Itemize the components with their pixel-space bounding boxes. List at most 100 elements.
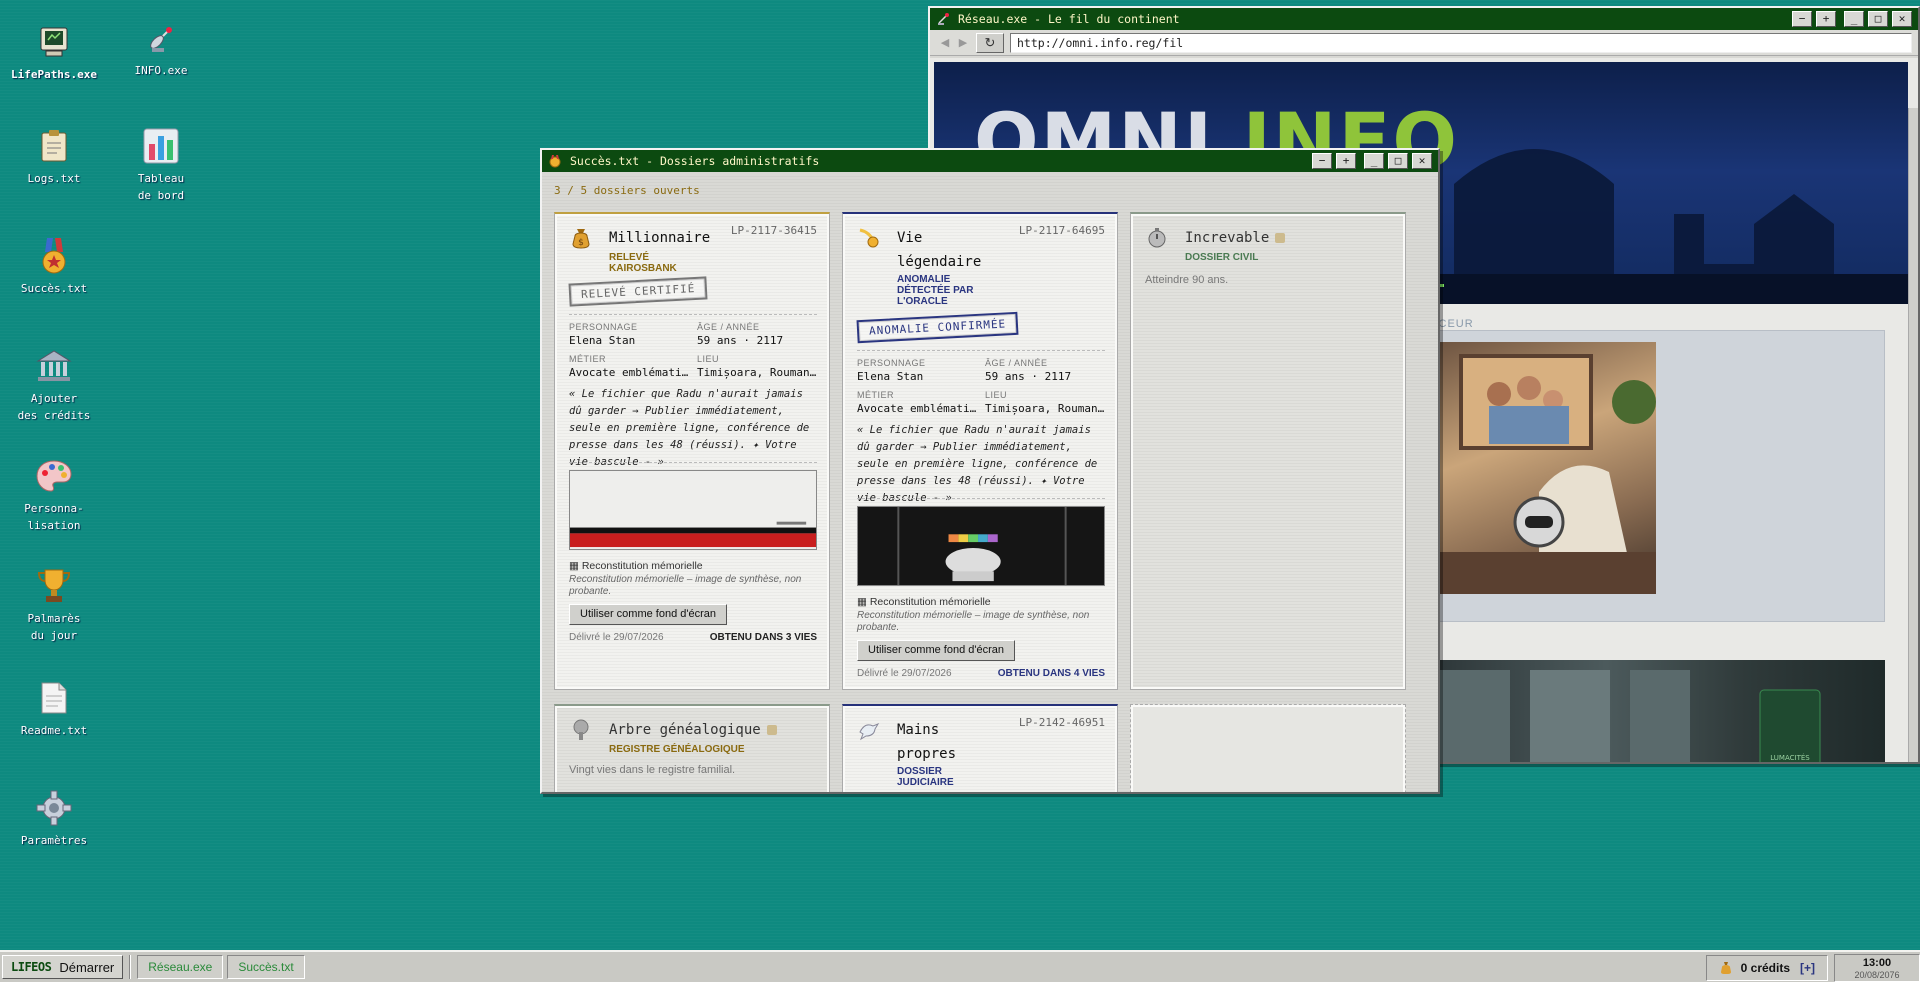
card-subtitle: DOSSIER JUDICIAIRE bbox=[897, 766, 954, 788]
divider bbox=[857, 498, 1105, 499]
satellite-icon bbox=[938, 13, 949, 25]
back-arrow-icon[interactable]: ◀ bbox=[936, 36, 954, 49]
address-bar: ◀ ▶ ↻ http://omni.info.reg/fil bbox=[930, 30, 1918, 56]
desktop-icon-readme[interactable]: Readme.txt bbox=[4, 678, 104, 739]
desktop-icon-add-credits[interactable]: Ajouter des crédits bbox=[4, 346, 104, 424]
confirmed-stamp: ANOMALIE CONFIRMÉE bbox=[856, 311, 1019, 344]
clock-date: 20/08/2076 bbox=[1854, 970, 1900, 980]
close-button[interactable]: ✕ bbox=[1412, 153, 1432, 169]
stopwatch-icon bbox=[1148, 228, 1166, 248]
field-label: LIEU bbox=[697, 354, 720, 364]
desktop-icon-palmares[interactable]: Palmarès du jour bbox=[4, 566, 104, 644]
add-credits-button[interactable]: [+] bbox=[1800, 961, 1815, 975]
card-title: Increvable bbox=[1185, 226, 1286, 250]
taskbar-item-succes[interactable]: Succès.txt bbox=[227, 955, 305, 979]
dossier-card-millionnaire: $ Millionnaire LP-2117-36415 RELEVÉ KAIR… bbox=[554, 212, 830, 690]
credits-display[interactable]: 0 crédits [+] bbox=[1705, 955, 1828, 981]
minimize-button[interactable]: _ bbox=[1364, 153, 1384, 169]
desktop-icon-parametres[interactable]: Paramètres bbox=[4, 788, 104, 849]
card-code: LP-2142-46951 bbox=[1018, 716, 1105, 729]
succes-titlebar[interactable]: Succès.txt - Dossiers administratifs − +… bbox=[542, 150, 1438, 172]
minimize-button[interactable]: _ bbox=[1844, 11, 1864, 27]
desktop-icon-info[interactable]: INFO.exe bbox=[111, 18, 211, 79]
card-subtitle: RELEVÉ KAIROSBANK bbox=[609, 252, 677, 274]
character-name: Elena Stan bbox=[857, 370, 924, 383]
desktop-icon-label: Readme.txt bbox=[20, 724, 88, 737]
clock-time: 13:00 bbox=[1862, 957, 1892, 969]
obtained-lives: OBTENU DANS 3 VIES bbox=[709, 632, 817, 643]
zoom-in-button[interactable]: + bbox=[1816, 11, 1836, 27]
lifeos-logo: LIFEOS bbox=[11, 960, 52, 974]
succes-title: Succès.txt - Dossiers administratifs bbox=[570, 154, 820, 168]
computer-icon bbox=[34, 22, 74, 62]
delivered-date: Délivré le 29/07/2026 bbox=[569, 632, 664, 643]
lock-icon bbox=[766, 725, 777, 735]
dossier-card-increvable: Increvable DOSSIER CIVIL Atteindre 90 an… bbox=[1130, 212, 1406, 690]
maximize-button[interactable]: □ bbox=[1388, 153, 1408, 169]
set-wallpaper-button[interactable]: Utiliser comme fond d'écran bbox=[857, 640, 1015, 661]
card-description: Vingt vies dans le registre familial. bbox=[569, 764, 736, 776]
tree-icon bbox=[573, 719, 589, 740]
dossier-card-mains-propres: Mains propres LP-2142-46951 DOSSIER JUDI… bbox=[842, 704, 1118, 792]
card-title: Millionnaire bbox=[609, 230, 711, 246]
certified-stamp: RELEVÉ CERTIFIÉ bbox=[568, 276, 708, 307]
field-label: MÉTIER bbox=[569, 354, 607, 364]
desktop-icon-label: Personna- lisation bbox=[24, 502, 84, 532]
succes-window: Succès.txt - Dossiers administratifs − +… bbox=[540, 148, 1440, 794]
palette-icon bbox=[34, 456, 74, 496]
desktop-icon-succes[interactable]: Succès.txt bbox=[4, 236, 104, 297]
desktop-icon-label: Paramètres bbox=[20, 834, 88, 847]
maximize-button[interactable]: □ bbox=[1868, 11, 1888, 27]
life-quote: « Le fichier que Radu n'aurait jamais dû… bbox=[569, 388, 810, 468]
desktop-icon-label: Ajouter des crédits bbox=[17, 392, 91, 422]
reconstitution-title: ▦ Reconstitution mémorielle bbox=[569, 560, 703, 572]
succes-content: 3 / 5 dossiers ouverts $ Millionnaire LP… bbox=[542, 174, 1438, 792]
svg-text:LUMACITÉS: LUMACITÉS bbox=[1770, 753, 1810, 762]
place: Timișoara, Rouman… bbox=[697, 366, 817, 379]
desktop-icon-label: Palmarès du jour bbox=[27, 612, 81, 642]
credits-amount: 0 crédits bbox=[1740, 961, 1790, 975]
desktop-icon-logs[interactable]: Logs.txt bbox=[4, 126, 104, 187]
card-subtitle: DOSSIER CIVIL bbox=[1185, 252, 1259, 263]
clipboard-icon bbox=[34, 126, 74, 166]
browser-title: Réseau.exe - Le fil du continent bbox=[958, 12, 1180, 26]
card-title: Vie légendaire bbox=[897, 230, 982, 270]
desktop-icon-lifepaths[interactable]: LifePaths.exe bbox=[4, 22, 104, 83]
family-living-room-image bbox=[1429, 342, 1656, 594]
card-description: Atteindre 90 ans. bbox=[1145, 274, 1229, 286]
comet-icon bbox=[859, 228, 879, 248]
divider bbox=[857, 350, 1105, 351]
browser-scrollbar[interactable] bbox=[1908, 108, 1918, 762]
url-field[interactable]: http://omni.info.reg/fil bbox=[1010, 32, 1912, 53]
close-button[interactable]: ✕ bbox=[1892, 11, 1912, 27]
zoom-out-button[interactable]: − bbox=[1312, 153, 1332, 169]
reconstitution-note: Reconstitution mémorielle – image de syn… bbox=[569, 574, 802, 597]
field-label: PERSONNAGE bbox=[857, 358, 926, 368]
dossier-card-vie-legendaire: Vie légendaire LP-2117-64695 ANOMALIE DÉ… bbox=[842, 212, 1118, 690]
refresh-button[interactable]: ↻ bbox=[976, 32, 1004, 53]
money-bag-icon bbox=[1720, 962, 1731, 974]
desktop-icon-dashboard[interactable]: Tableau de bord bbox=[111, 126, 211, 204]
divider bbox=[569, 314, 817, 315]
taskbar-item-reseau[interactable]: Réseau.exe bbox=[137, 955, 224, 979]
field-label: PERSONNAGE bbox=[569, 322, 638, 332]
set-wallpaper-button[interactable]: Utiliser comme fond d'écran bbox=[569, 604, 727, 625]
start-button[interactable]: LIFEOS Démarrer bbox=[2, 955, 124, 979]
image-icon: ▦ bbox=[569, 560, 579, 572]
lock-icon bbox=[1275, 233, 1286, 243]
desktop-icon-personnalisation[interactable]: Personna- lisation bbox=[4, 456, 104, 534]
desktop-icon-label: LifePaths.exe bbox=[10, 68, 98, 81]
taskbar: LIFEOS Démarrer Réseau.exe Succès.txt 0 … bbox=[0, 950, 1920, 982]
age-year: 59 ans · 2117 bbox=[985, 370, 1072, 383]
browser-titlebar[interactable]: Réseau.exe - Le fil du continent − + _ □… bbox=[930, 8, 1918, 30]
field-label: ÂGE / ANNÉE bbox=[697, 322, 760, 332]
reconstitution-title: ▦ Reconstitution mémorielle bbox=[857, 596, 991, 608]
forward-arrow-icon[interactable]: ▶ bbox=[954, 36, 972, 49]
image-icon: ▦ bbox=[857, 596, 867, 608]
zoom-out-button[interactable]: − bbox=[1792, 11, 1812, 27]
field-label: ÂGE / ANNÉE bbox=[985, 358, 1048, 368]
field-label: MÉTIER bbox=[857, 390, 895, 400]
zoom-in-button[interactable]: + bbox=[1336, 153, 1356, 169]
desktop-icon-label: INFO.exe bbox=[134, 64, 188, 77]
divider bbox=[569, 462, 817, 463]
